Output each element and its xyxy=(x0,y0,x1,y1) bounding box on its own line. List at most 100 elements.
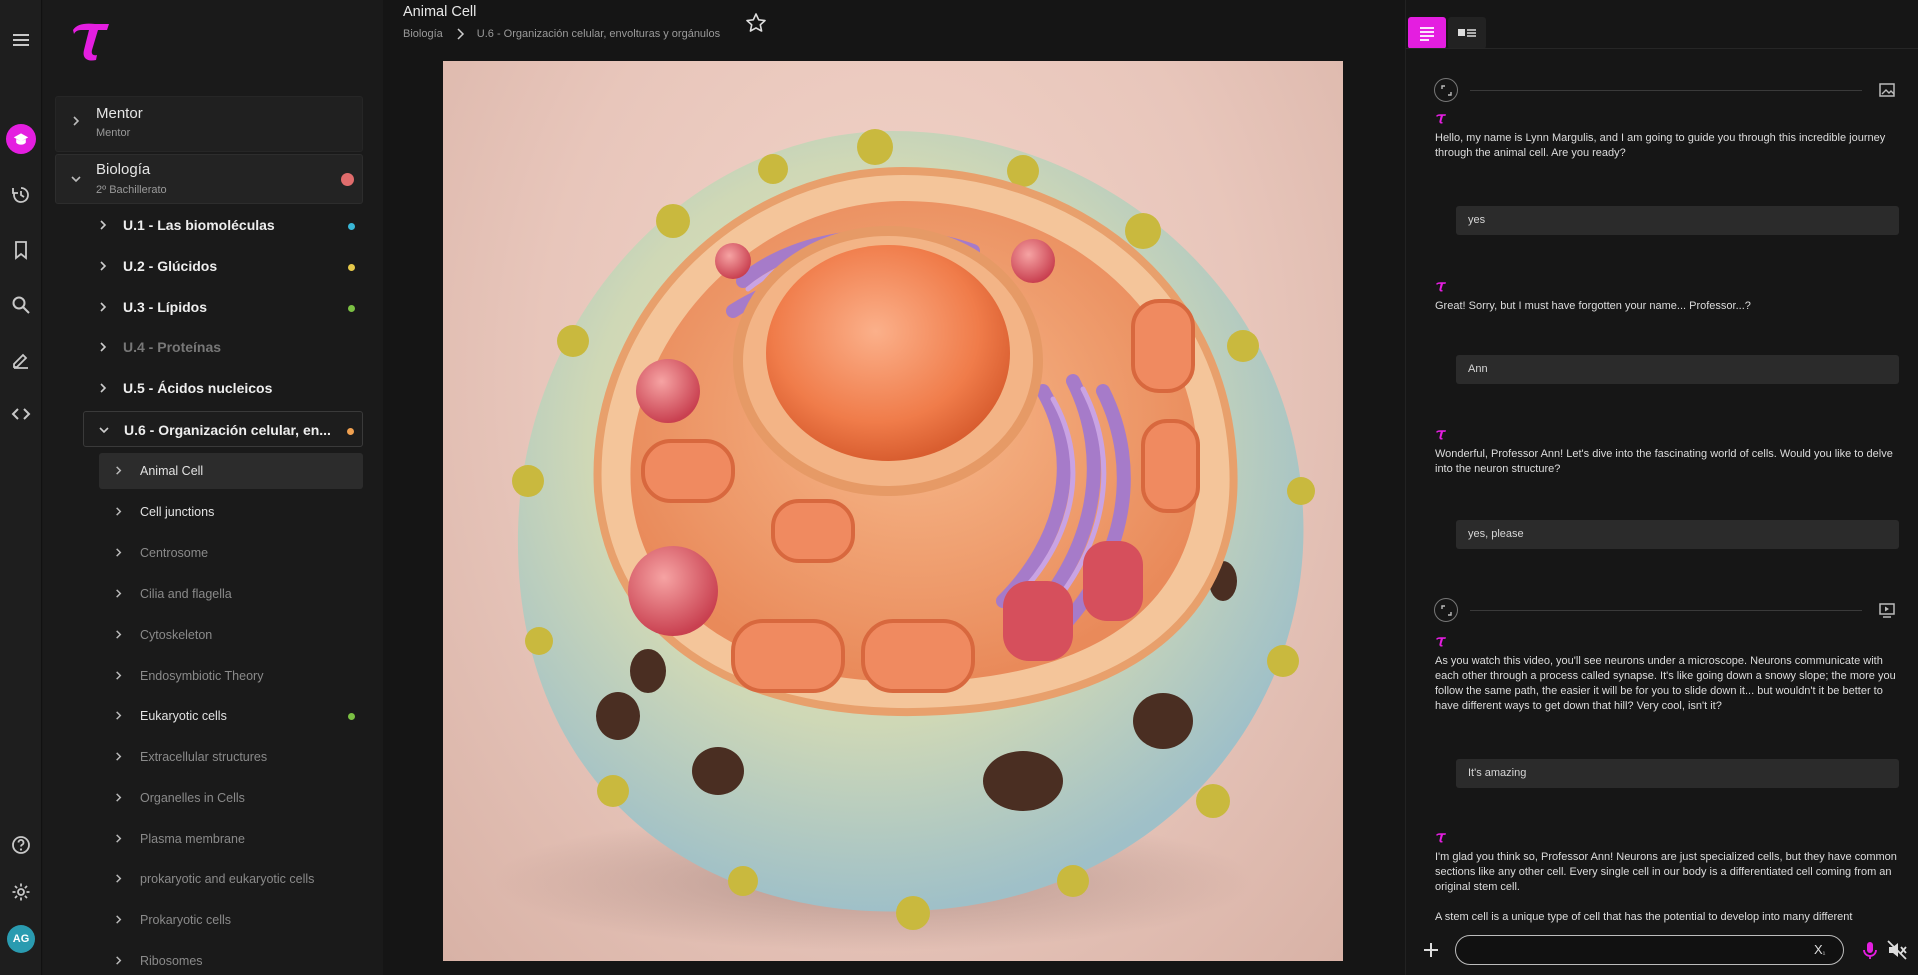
help-icon[interactable] xyxy=(0,827,42,863)
expand-icon[interactable] xyxy=(1434,598,1458,622)
chevron-right-icon xyxy=(100,261,107,271)
user-message: yes, please xyxy=(1456,520,1899,549)
lesson-label: Cytoskeleton xyxy=(140,628,213,642)
lesson-label: Plasma membrane xyxy=(140,832,245,846)
lesson-item[interactable]: Endosymbiotic Theory xyxy=(99,658,363,694)
chevron-right-icon xyxy=(116,548,122,557)
bot-message: A stem cell is a unique type of cell tha… xyxy=(1435,910,1897,927)
lesson-item[interactable]: Animal Cell xyxy=(99,453,363,489)
breadcrumb-item[interactable]: Biología xyxy=(403,28,443,40)
subscript-small: ₁ xyxy=(1822,947,1826,956)
breadcrumb-item[interactable]: U.6 - Organización celular, envolturas y… xyxy=(477,28,720,40)
animal-cell-image xyxy=(443,61,1343,961)
tau-logo-icon xyxy=(73,23,109,61)
microphone-icon[interactable] xyxy=(1859,939,1881,961)
icon-rail: AG xyxy=(0,0,42,975)
chat-panel: Hello, my name is Lynn Margulis, and I a… xyxy=(1405,0,1918,975)
plus-icon[interactable] xyxy=(1420,939,1442,961)
user-message: Ann xyxy=(1456,355,1899,384)
status-dot xyxy=(348,264,355,271)
tab-cards[interactable] xyxy=(1448,17,1486,49)
lesson-label: Animal Cell xyxy=(140,464,204,478)
lesson-label: Cell junctions xyxy=(140,505,215,519)
menu-icon[interactable] xyxy=(0,22,42,58)
lesson-label: prokaryotic and eukaryotic cells xyxy=(140,872,315,886)
lesson-item[interactable]: Cytoskeleton xyxy=(99,617,363,653)
star-icon[interactable] xyxy=(745,12,767,34)
unit-item[interactable]: U.1 - Las biomoléculas xyxy=(83,207,363,243)
lesson-item[interactable]: Organelles in Cells xyxy=(99,780,363,816)
subscript-label: X xyxy=(1814,942,1823,957)
chevron-right-icon xyxy=(100,342,107,352)
chevron-down-icon xyxy=(71,176,81,183)
media-divider xyxy=(1470,610,1862,611)
message-text: Great! Sorry, but I must have forgotten … xyxy=(1435,300,1751,312)
lesson-item[interactable]: Ribosomes xyxy=(99,943,363,975)
bot-message: Hello, my name is Lynn Margulis, and I a… xyxy=(1435,113,1897,161)
lesson-label: Centrosome xyxy=(140,546,209,560)
tau-icon xyxy=(1436,833,1446,843)
mentor-card[interactable]: Mentor Mentor xyxy=(55,96,363,152)
lesson-item[interactable]: Extracellular structures xyxy=(99,739,363,775)
chevron-right-icon xyxy=(100,383,107,393)
lesson-item[interactable]: Plasma membrane xyxy=(99,821,363,857)
edit-icon[interactable] xyxy=(0,342,42,378)
bot-message: Great! Sorry, but I must have forgotten … xyxy=(1435,281,1897,314)
unit-item[interactable]: U.2 - Glúcidos xyxy=(83,248,363,284)
lesson-label: Endosymbiotic Theory xyxy=(140,669,264,683)
unit-label: U.2 - Glúcidos xyxy=(123,258,218,274)
unit-item[interactable]: U.5 - Ácidos nucleicos xyxy=(83,370,363,406)
mentor-title: Mentor xyxy=(96,105,143,122)
unit-item-expanded[interactable]: U.6 - Organización celular, en... xyxy=(83,411,363,447)
message-text: I'm glad you think so, Professor Ann! Ne… xyxy=(1435,851,1897,893)
history-icon[interactable] xyxy=(0,177,42,213)
unit-label: U.1 - Las biomoléculas xyxy=(123,217,275,233)
image-icon[interactable] xyxy=(1878,81,1896,99)
lesson-label: Eukaryotic cells xyxy=(140,709,227,723)
chevron-right-icon xyxy=(116,466,122,475)
status-dot xyxy=(348,223,355,230)
tau-icon xyxy=(1436,637,1446,647)
message-text: As you watch this video, you'll see neur… xyxy=(1435,655,1896,712)
settings-icon[interactable] xyxy=(0,874,42,910)
tab-transcript[interactable] xyxy=(1408,17,1446,49)
status-dot xyxy=(341,173,354,186)
status-dot xyxy=(347,428,354,435)
speaker-muted-icon[interactable] xyxy=(1886,939,1908,961)
lesson-item[interactable]: Eukaryotic cells xyxy=(99,698,363,734)
chevron-right-icon xyxy=(100,302,107,312)
lesson-item[interactable]: Cell junctions xyxy=(99,494,363,530)
chevron-right-icon xyxy=(457,28,464,40)
bookmark-icon[interactable] xyxy=(0,232,42,268)
courses-icon[interactable] xyxy=(0,121,42,157)
course-title: Biología xyxy=(96,161,151,178)
media-row xyxy=(1434,78,1896,102)
video-icon[interactable] xyxy=(1878,601,1896,619)
lesson-item[interactable]: Centrosome xyxy=(99,535,363,571)
chevron-right-icon xyxy=(116,711,122,720)
message-text: Wonderful, Professor Ann! Let's dive int… xyxy=(1435,448,1893,475)
chevron-down-icon xyxy=(99,427,109,434)
search-icon[interactable] xyxy=(0,287,42,323)
lesson-item[interactable]: Cilia and flagella xyxy=(99,576,363,612)
unit-item[interactable]: U.3 - Lípidos xyxy=(83,289,363,325)
subscript-button[interactable]: X₁ xyxy=(1814,942,1825,957)
chevron-right-icon xyxy=(116,915,122,924)
bot-message: As you watch this video, you'll see neur… xyxy=(1435,636,1897,714)
mentor-subtitle: Mentor xyxy=(96,127,131,139)
message-text: A stem cell is a unique type of cell tha… xyxy=(1435,911,1853,923)
avatar[interactable]: AG xyxy=(7,925,35,953)
course-card[interactable]: Biología 2º Bachillerato xyxy=(55,154,363,204)
lesson-content: Animal Cell Biología U.6 - Organización … xyxy=(383,0,1405,975)
chevron-right-icon xyxy=(116,834,122,843)
code-icon[interactable] xyxy=(0,396,42,432)
lesson-item[interactable]: prokaryotic and eukaryotic cells xyxy=(99,861,363,897)
chat-input[interactable] xyxy=(1455,935,1844,965)
chevron-right-icon xyxy=(116,752,122,761)
unit-item[interactable]: U.4 - Proteínas xyxy=(83,329,363,365)
expand-icon[interactable] xyxy=(1434,78,1458,102)
chevron-right-icon xyxy=(116,671,122,680)
chevron-right-icon xyxy=(116,956,122,965)
lesson-item[interactable]: Prokaryotic cells xyxy=(99,902,363,938)
lesson-label: Organelles in Cells xyxy=(140,791,245,805)
